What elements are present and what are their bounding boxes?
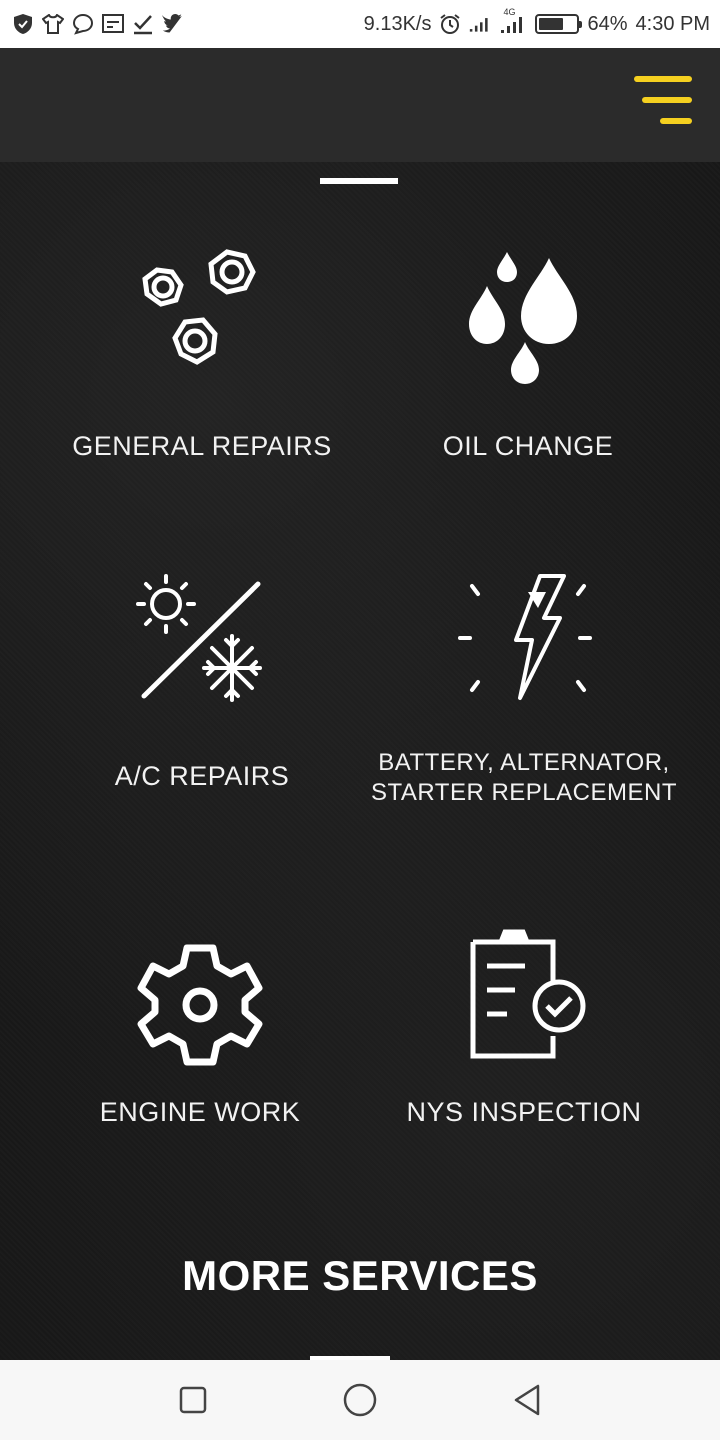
service-battery-alternator-starter[interactable]: BATTERY, ALTERNATOR, STARTER REPLACEMENT [344,562,704,812]
shirt-icon [42,13,64,35]
cast-icon [102,13,124,35]
menu-line-bottom [660,118,692,124]
oil-drops-icon [348,246,708,386]
service-ac-repairs[interactable]: A/C REPAIRS [22,562,382,802]
status-bar: 9.13K/s 4G 64% 4:30 PM [0,0,720,48]
clock-time: 4:30 PM [635,12,710,35]
service-engine-work[interactable]: ENGINE WORK [20,932,380,1172]
service-label: NYS INSPECTION [406,1097,642,1127]
sun-snowflake-icon [22,568,382,708]
home-icon[interactable] [330,1370,390,1430]
signal-4g-icon: 4G [499,7,527,35]
scroll-indicator-top [320,178,398,184]
menu-line-middle [642,97,692,103]
service-label: A/C REPAIRS [114,761,290,791]
clipboard-check-icon [344,926,704,1060]
services-section: GENERAL REPAIRS OIL CHANGE A/C REPAIRS B… [0,162,720,1360]
network-speed: 9.13K/s [363,12,432,35]
battery-percent: 64% [587,12,628,35]
more-services-link[interactable]: MORE SERVICES [0,1252,720,1300]
service-oil-change[interactable]: OIL CHANGE [348,242,708,482]
service-label: BATTERY, ALTERNATOR, STARTER REPLACEMENT [344,748,704,808]
lightning-bolt-icon [344,568,704,708]
service-label: ENGINE WORK [99,1097,301,1127]
hex-nuts-icon [22,242,382,382]
gear-icon [20,940,380,1070]
service-general-repairs[interactable]: GENERAL REPAIRS [22,242,382,482]
network-type-label: 4G [503,7,516,17]
chat-icon [72,13,94,35]
signal-icon [469,13,491,35]
shield-icon [12,13,34,35]
service-label: OIL CHANGE [442,431,614,461]
recent-apps-icon[interactable] [163,1370,223,1430]
hamburger-menu-icon[interactable] [634,76,696,130]
system-nav-bar [0,1360,720,1440]
service-label-line1: BATTERY, ALTERNATOR, [378,749,670,776]
service-nys-inspection[interactable]: NYS INSPECTION [344,922,704,1172]
twitter-icon [162,13,184,35]
status-bar-left [12,13,184,35]
service-label: GENERAL REPAIRS [72,431,332,461]
service-label-line2: STARTER REPLACEMENT [371,779,677,806]
menu-line-top [634,76,692,82]
app-header [0,48,720,162]
battery-level-fill [539,18,563,30]
back-icon[interactable] [497,1370,557,1430]
checkmark-icon [132,13,154,35]
battery-icon [535,14,583,34]
status-bar-right: 9.13K/s 4G 64% 4:30 PM [363,7,710,36]
alarm-icon [439,13,461,35]
